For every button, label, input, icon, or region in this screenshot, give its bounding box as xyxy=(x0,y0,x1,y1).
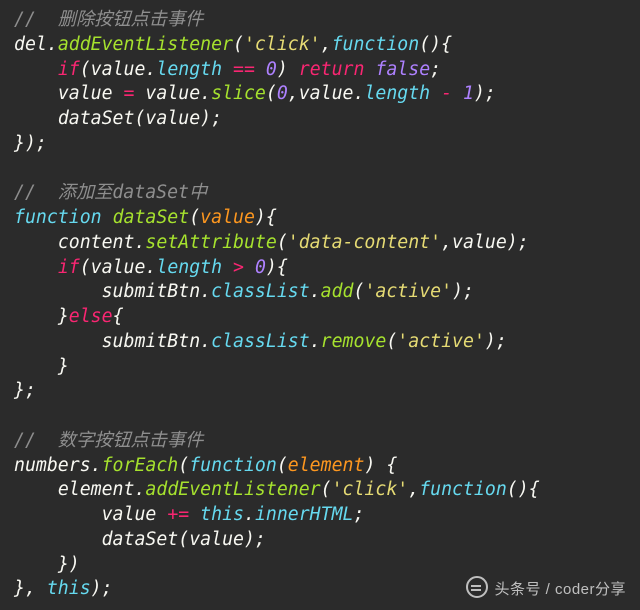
kw-else: else xyxy=(69,306,113,327)
comment-numbers: // 数字按钮点击事件 xyxy=(14,430,203,451)
kw-function: function xyxy=(14,207,102,228)
fn-dataSet: dataSet xyxy=(113,207,190,228)
str-click: 'click' xyxy=(244,34,321,55)
fn-addEventListener: addEventListener xyxy=(58,34,233,55)
arg-element: element xyxy=(288,455,365,476)
kw-this: this xyxy=(200,504,244,525)
comment-delete: // 删除按钮点击事件 xyxy=(14,9,203,30)
kw-if: if xyxy=(58,59,80,80)
code-block: // 删除按钮点击事件 del.addEventListener('click'… xyxy=(0,0,640,610)
arg-value: value xyxy=(200,207,255,228)
id-del: del xyxy=(14,34,47,55)
watermark-text: 头条号 / coder分享 xyxy=(494,581,626,598)
comment-dataset: // 添加至dataSet中 xyxy=(14,182,207,203)
watermark: 头条号 / coder分享 xyxy=(466,576,626,599)
kw-function: function xyxy=(332,34,420,55)
toutiao-logo-icon xyxy=(466,576,488,598)
kw-return: return xyxy=(299,59,365,80)
